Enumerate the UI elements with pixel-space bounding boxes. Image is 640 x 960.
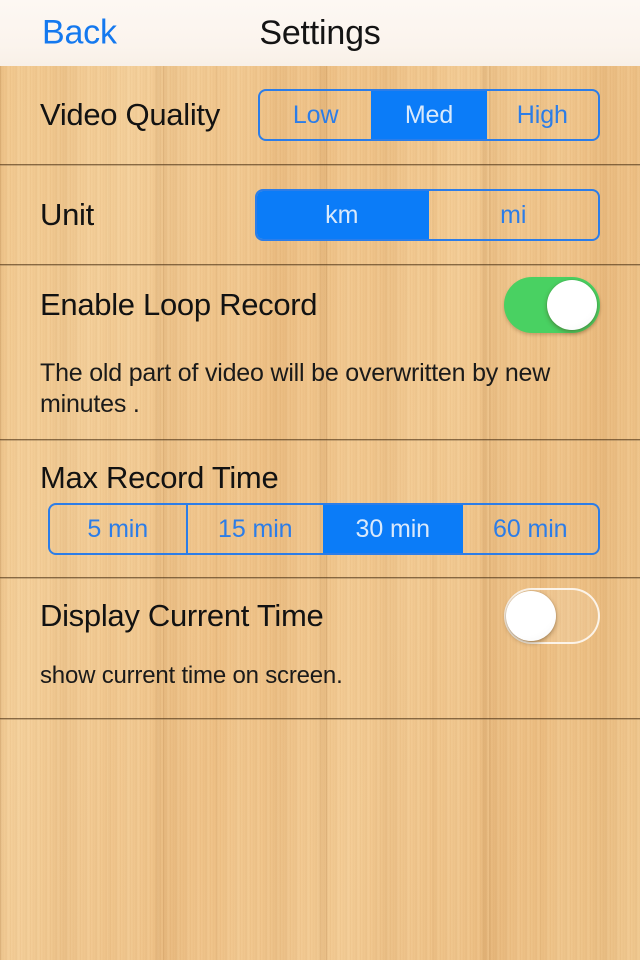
loop-record-description: The old part of video will be overwritte… xyxy=(40,359,551,418)
row-unit: Unit km mi xyxy=(0,166,640,264)
segment-max-record-5min[interactable]: 5 min xyxy=(50,505,186,553)
row-max-record-time-label: Max Record Time xyxy=(0,441,640,503)
max-record-time-control-wrapper: 5 min 15 min 30 min 60 min xyxy=(0,503,640,577)
display-current-time-label: Display Current Time xyxy=(40,598,324,633)
segment-max-record-30min[interactable]: 30 min xyxy=(323,505,461,553)
segment-video-quality-low[interactable]: Low xyxy=(260,91,371,139)
row-display-current-time: Display Current Time xyxy=(0,579,640,653)
display-current-time-description: show current time on screen. xyxy=(40,662,343,689)
max-record-time-segmented-control[interactable]: 5 min 15 min 30 min 60 min xyxy=(48,503,600,555)
toggle-enable-loop-record[interactable] xyxy=(504,277,600,333)
segment-max-record-60min[interactable]: 60 min xyxy=(460,505,599,553)
divider-5 xyxy=(0,718,640,721)
video-quality-segmented-control[interactable]: Low Med High xyxy=(258,89,600,141)
max-record-time-label: Max Record Time xyxy=(40,460,279,495)
toggle-display-current-time[interactable] xyxy=(504,588,600,644)
navigation-bar: Back Settings xyxy=(0,0,640,66)
row-video-quality: Video Quality Low Med High xyxy=(0,66,640,164)
segment-unit-km[interactable]: km xyxy=(257,191,427,239)
settings-content: Video Quality Low Med High Unit km mi En… xyxy=(0,66,640,721)
segment-max-record-15min[interactable]: 15 min xyxy=(185,505,324,553)
segment-video-quality-med[interactable]: Med xyxy=(371,91,485,139)
segment-unit-mi[interactable]: mi xyxy=(426,191,599,239)
row-enable-loop-record: Enable Loop Record xyxy=(0,266,640,344)
toggle-knob-icon xyxy=(506,591,556,641)
settings-screen: Back Settings Video Quality Low Med High… xyxy=(0,0,640,960)
unit-label: Unit xyxy=(40,197,94,232)
video-quality-label: Video Quality xyxy=(40,97,220,132)
segment-video-quality-high[interactable]: High xyxy=(484,91,598,139)
toggle-knob-icon xyxy=(547,280,597,330)
back-button[interactable]: Back xyxy=(42,14,117,53)
unit-segmented-control[interactable]: km mi xyxy=(255,189,600,241)
loop-record-label: Enable Loop Record xyxy=(40,287,318,322)
